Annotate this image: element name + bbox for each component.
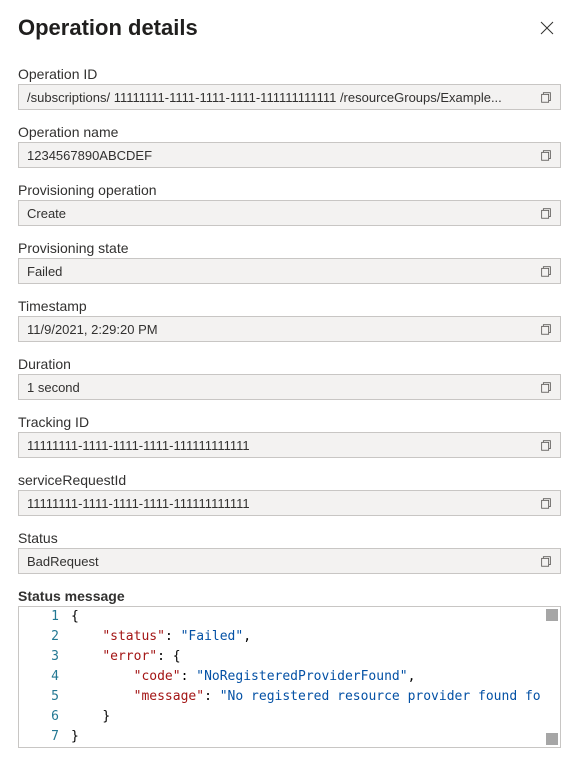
field-label: Operation name xyxy=(18,124,561,140)
field-value-box: /subscriptions/ 11111111-1111-1111-1111-… xyxy=(18,84,561,110)
code-line-2: 2 "status": "Failed", xyxy=(19,627,560,647)
copy-icon xyxy=(539,322,553,336)
field-label: Provisioning operation xyxy=(18,182,561,198)
line-number: 1 xyxy=(19,607,71,627)
field-value: 11/9/2021, 2:29:20 PM xyxy=(27,322,532,337)
field-value: /subscriptions/ 11111111-1111-1111-1111-… xyxy=(27,90,532,105)
copy-icon xyxy=(539,90,553,104)
field-label: Operation ID xyxy=(18,66,561,82)
copy-icon xyxy=(539,496,553,510)
code-line-3: 3 "error": { xyxy=(19,647,560,667)
field-label: Duration xyxy=(18,356,561,372)
line-number: 5 xyxy=(19,687,71,707)
content-scroll[interactable]: Operation ID /subscriptions/ 11111111-11… xyxy=(0,58,579,780)
copy-button[interactable] xyxy=(532,433,560,457)
line-number: 2 xyxy=(19,627,71,647)
field-value: Failed xyxy=(27,264,532,279)
field-tracking-id: Tracking ID 11111111-1111-1111-1111-1111… xyxy=(18,414,561,458)
copy-icon xyxy=(539,438,553,452)
field-status: Status BadRequest xyxy=(18,530,561,574)
field-value-box: BadRequest xyxy=(18,548,561,574)
field-value-box: 11111111-1111-1111-1111-111111111111 xyxy=(18,490,561,516)
code-text: "error": { xyxy=(71,647,560,667)
copy-button[interactable] xyxy=(532,317,560,341)
panel-title: Operation details xyxy=(18,15,198,41)
code-text: "status": "Failed", xyxy=(71,627,560,647)
field-value-box: 1234567890ABCDEF xyxy=(18,142,561,168)
field-service-request-id: serviceRequestId 11111111-1111-1111-1111… xyxy=(18,472,561,516)
copy-button[interactable] xyxy=(532,143,560,167)
field-value-box: Create xyxy=(18,200,561,226)
code-text: "message": "No registered resource provi… xyxy=(71,687,560,707)
field-operation-name: Operation name 1234567890ABCDEF xyxy=(18,124,561,168)
field-value-box: 1 second xyxy=(18,374,561,400)
code-line-1: 1 { xyxy=(19,607,560,627)
field-value-box: 11/9/2021, 2:29:20 PM xyxy=(18,316,561,342)
copy-button[interactable] xyxy=(532,85,560,109)
field-value: 1 second xyxy=(27,380,532,395)
code-scrollbar-thumb-top xyxy=(546,609,558,621)
field-label: Provisioning state xyxy=(18,240,561,256)
field-operation-id: Operation ID /subscriptions/ 11111111-11… xyxy=(18,66,561,110)
field-status-message: Status message 1 { 2 "status": "Failed",… xyxy=(18,588,561,748)
copy-icon xyxy=(539,380,553,394)
copy-icon xyxy=(539,148,553,162)
copy-button[interactable] xyxy=(532,375,560,399)
code-line-4: 4 "code": "NoRegisteredProviderFound", xyxy=(19,667,560,687)
code-line-6: 6 } xyxy=(19,707,560,727)
code-text: { xyxy=(71,607,560,627)
panel-header: Operation details xyxy=(0,0,579,48)
copy-button[interactable] xyxy=(532,201,560,225)
code-line-5: 5 "message": "No registered resource pro… xyxy=(19,687,560,707)
code-text: "code": "NoRegisteredProviderFound", xyxy=(71,667,560,687)
field-value: BadRequest xyxy=(27,554,532,569)
field-label: Status xyxy=(18,530,561,546)
field-label: serviceRequestId xyxy=(18,472,561,488)
line-number: 6 xyxy=(19,707,71,727)
code-scrollbar-thumb-bottom xyxy=(546,733,558,745)
close-icon xyxy=(540,21,554,35)
copy-icon xyxy=(539,554,553,568)
field-label: Timestamp xyxy=(18,298,561,314)
field-label: Tracking ID xyxy=(18,414,561,430)
field-provisioning-operation: Provisioning operation Create xyxy=(18,182,561,226)
field-provisioning-state: Provisioning state Failed xyxy=(18,240,561,284)
copy-icon xyxy=(539,206,553,220)
operation-details-panel: Operation details Operation ID /subscrip… xyxy=(0,0,579,780)
field-label: Status message xyxy=(18,588,561,604)
close-button[interactable] xyxy=(533,14,561,42)
copy-button[interactable] xyxy=(532,491,560,515)
field-value: Create xyxy=(27,206,532,221)
copy-icon xyxy=(539,264,553,278)
field-value: 11111111-1111-1111-1111-111111111111 xyxy=(27,438,532,453)
field-duration: Duration 1 second xyxy=(18,356,561,400)
copy-button[interactable] xyxy=(532,549,560,573)
line-number: 4 xyxy=(19,667,71,687)
line-number: 7 xyxy=(19,727,71,747)
field-timestamp: Timestamp 11/9/2021, 2:29:20 PM xyxy=(18,298,561,342)
copy-button[interactable] xyxy=(532,259,560,283)
field-value: 11111111-1111-1111-1111-111111111111 xyxy=(27,496,532,511)
field-value: 1234567890ABCDEF xyxy=(27,148,532,163)
code-text: } xyxy=(71,727,560,747)
code-line-7: 7 } xyxy=(19,727,560,747)
field-value-box: Failed xyxy=(18,258,561,284)
field-value-box: 11111111-1111-1111-1111-111111111111 xyxy=(18,432,561,458)
line-number: 3 xyxy=(19,647,71,667)
code-text: } xyxy=(71,707,560,727)
status-message-code[interactable]: 1 { 2 "status": "Failed", 3 "error": { 4… xyxy=(18,606,561,748)
